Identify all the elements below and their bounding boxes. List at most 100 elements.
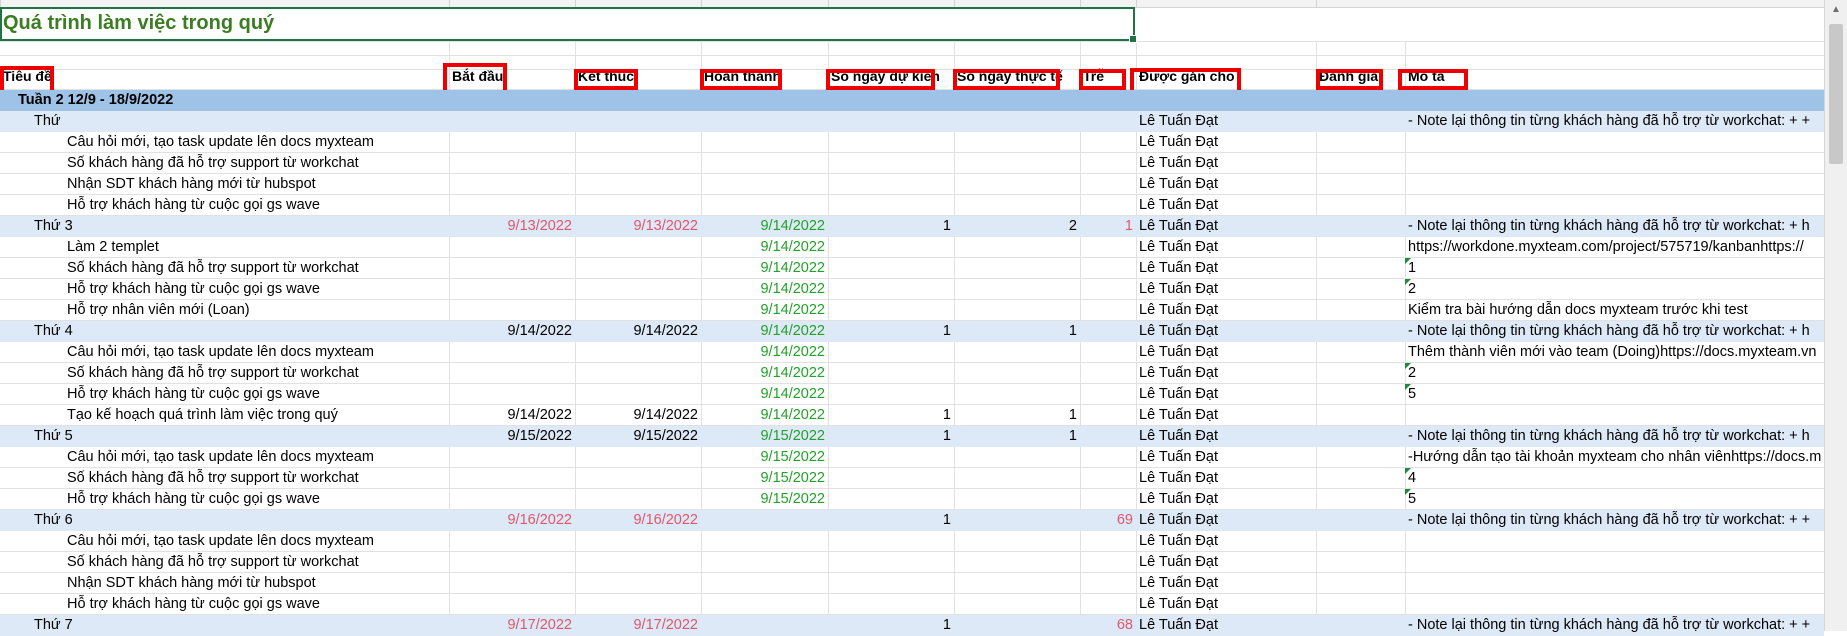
cell-desc[interactable] xyxy=(1408,174,1824,195)
cell-assignee[interactable]: Lê Tuấn Đạt xyxy=(1139,363,1316,384)
cell-start[interactable]: 9/15/2022 xyxy=(449,426,572,447)
cell-title[interactable]: Làm 2 templet xyxy=(67,237,449,258)
column-header-e[interactable] xyxy=(828,0,954,7)
day-row[interactable]: Thứ 7 9/17/2022 9/17/2022 1 68 Lê Tuấn Đạt - N… xyxy=(0,615,1824,636)
cell-end[interactable]: 9/15/2022 xyxy=(575,426,698,447)
cell-assignee[interactable]: Lê Tuấn Đạt xyxy=(1139,216,1316,237)
cell-assignee[interactable]: Lê Tuấn Đạt xyxy=(1139,489,1316,510)
cell-desc[interactable]: 1 xyxy=(1408,258,1824,279)
cell-actual[interactable]: 1 xyxy=(954,405,1077,426)
cell-late[interactable] xyxy=(1080,447,1133,468)
cell-done[interactable]: 9/14/2022 xyxy=(701,363,825,384)
cell-planned[interactable] xyxy=(828,258,951,279)
cell-assignee[interactable]: Lê Tuấn Đạt xyxy=(1139,342,1316,363)
task-row[interactable]: Câu hỏi mới, tạo task update lên docs my… xyxy=(0,132,1824,153)
cell-title[interactable]: Hỗ trợ khách hàng từ cuộc gọi gs wave xyxy=(67,195,449,216)
cell-planned[interactable] xyxy=(828,237,951,258)
cell-desc[interactable]: https://workdone.myxteam.com/project/575… xyxy=(1408,237,1824,258)
task-row[interactable]: Số khách hàng đã hỗ trợ support từ workc… xyxy=(0,468,1824,489)
cell-title[interactable]: Hỗ trợ khách hàng từ cuộc gọi gs wave xyxy=(67,489,449,510)
cell-assignee[interactable] xyxy=(1139,90,1316,111)
day-row[interactable]: Thứ 3 9/13/2022 9/13/2022 9/14/2022 1 2 1 Lê Tu… xyxy=(0,216,1824,237)
cell-done[interactable] xyxy=(701,174,825,195)
cell-late[interactable] xyxy=(1080,594,1133,615)
cell-desc[interactable] xyxy=(1408,573,1824,594)
task-row[interactable]: Câu hỏi mới, tạo task update lên docs my… xyxy=(0,531,1824,552)
cell-planned[interactable]: 1 xyxy=(828,615,951,636)
cell-start[interactable]: 9/14/2022 xyxy=(449,321,572,342)
cell-desc[interactable]: Kiểm tra bài hướng dẫn docs myxteam trướ… xyxy=(1408,300,1824,321)
cell-done[interactable] xyxy=(701,531,825,552)
cell-planned[interactable] xyxy=(828,111,951,132)
cell-done[interactable]: 9/14/2022 xyxy=(701,384,825,405)
cell-end[interactable] xyxy=(575,153,698,174)
cell-start[interactable]: 9/16/2022 xyxy=(449,510,572,531)
cell-done[interactable]: 9/14/2022 xyxy=(701,258,825,279)
cell-assignee[interactable]: Lê Tuấn Đạt xyxy=(1139,321,1316,342)
cell-end[interactable] xyxy=(575,300,698,321)
cell-end[interactable] xyxy=(575,489,698,510)
cell-start[interactable] xyxy=(449,363,572,384)
cell-desc[interactable]: - Note lại thông tin từng khách hàng đã … xyxy=(1408,615,1824,636)
cell-desc[interactable]: 5 xyxy=(1408,489,1824,510)
cell-assignee[interactable]: Lê Tuấn Đạt xyxy=(1139,153,1316,174)
cell-late[interactable] xyxy=(1080,342,1133,363)
cell-late[interactable] xyxy=(1080,531,1133,552)
cell-done[interactable] xyxy=(701,153,825,174)
cell-assignee[interactable]: Lê Tuấn Đạt xyxy=(1139,195,1316,216)
cell-start[interactable]: 9/17/2022 xyxy=(449,615,572,636)
cell-start[interactable] xyxy=(449,531,572,552)
cell-planned[interactable] xyxy=(828,279,951,300)
cell-late[interactable] xyxy=(1080,405,1133,426)
cell-actual[interactable] xyxy=(954,510,1077,531)
cell-start[interactable] xyxy=(449,90,572,111)
cell-desc[interactable]: - Note lại thông tin từng khách hàng đã … xyxy=(1408,111,1824,132)
cell-desc[interactable] xyxy=(1408,195,1824,216)
cell-end[interactable] xyxy=(575,195,698,216)
task-row[interactable]: Hỗ trợ khách hàng từ cuộc gọi gs wave Lê … xyxy=(0,594,1824,615)
cell-actual[interactable] xyxy=(954,447,1077,468)
cell-start[interactable] xyxy=(449,153,572,174)
column-header-f[interactable] xyxy=(954,0,1080,7)
cell-planned[interactable] xyxy=(828,531,951,552)
task-row[interactable]: Số khách hàng đã hỗ trợ support từ workc… xyxy=(0,153,1824,174)
cell-desc[interactable]: - Note lại thông tin từng khách hàng đã … xyxy=(1408,426,1824,447)
cell-desc[interactable]: 4 xyxy=(1408,468,1824,489)
cell-planned[interactable] xyxy=(828,300,951,321)
cell-planned[interactable] xyxy=(828,447,951,468)
cell-late[interactable] xyxy=(1080,132,1133,153)
column-header-c[interactable] xyxy=(575,0,701,7)
task-row[interactable]: Hỗ trợ nhân viên mới (Loan) 9/14/2022 Lê T… xyxy=(0,300,1824,321)
cell-late[interactable] xyxy=(1080,489,1133,510)
cell-end[interactable] xyxy=(575,573,698,594)
task-row[interactable]: Tạo kế hoạch quá trình làm việc trong qu… xyxy=(0,405,1824,426)
cell-title[interactable]: Số khách hàng đã hỗ trợ support từ workc… xyxy=(67,363,449,384)
cell-title[interactable]: Câu hỏi mới, tạo task update lên docs my… xyxy=(67,132,449,153)
cell-actual[interactable] xyxy=(954,384,1077,405)
cell-actual[interactable] xyxy=(954,615,1077,636)
cell-start[interactable] xyxy=(449,384,572,405)
cell-planned[interactable] xyxy=(828,363,951,384)
cell-planned[interactable] xyxy=(828,594,951,615)
cell-desc[interactable]: -Hướng dẫn tạo tài khoản myxteam cho nhâ… xyxy=(1408,447,1824,468)
error-indicator-icon[interactable] xyxy=(1405,384,1411,390)
error-indicator-icon[interactable] xyxy=(1405,258,1411,264)
cell-desc[interactable]: 2 xyxy=(1408,279,1824,300)
cell-title[interactable]: Thứ 4 xyxy=(34,321,449,342)
cell-end[interactable] xyxy=(575,258,698,279)
column-header-g[interactable] xyxy=(1080,0,1136,7)
cell-start[interactable] xyxy=(449,489,572,510)
cell-end[interactable] xyxy=(575,237,698,258)
cell-start[interactable] xyxy=(449,195,572,216)
cell-assignee[interactable]: Lê Tuấn Đạt xyxy=(1139,300,1316,321)
cell-end[interactable]: 9/13/2022 xyxy=(575,216,698,237)
cell-end[interactable]: 9/17/2022 xyxy=(575,615,698,636)
cell-planned[interactable]: 1 xyxy=(828,216,951,237)
task-row[interactable]: Câu hỏi mới, tạo task update lên docs my… xyxy=(0,447,1824,468)
cell-actual[interactable] xyxy=(954,573,1077,594)
cell-actual[interactable] xyxy=(954,552,1077,573)
cell-done[interactable] xyxy=(701,573,825,594)
cell-planned[interactable] xyxy=(828,132,951,153)
cell-desc[interactable] xyxy=(1408,531,1824,552)
cell-late[interactable]: 68 xyxy=(1080,615,1133,636)
